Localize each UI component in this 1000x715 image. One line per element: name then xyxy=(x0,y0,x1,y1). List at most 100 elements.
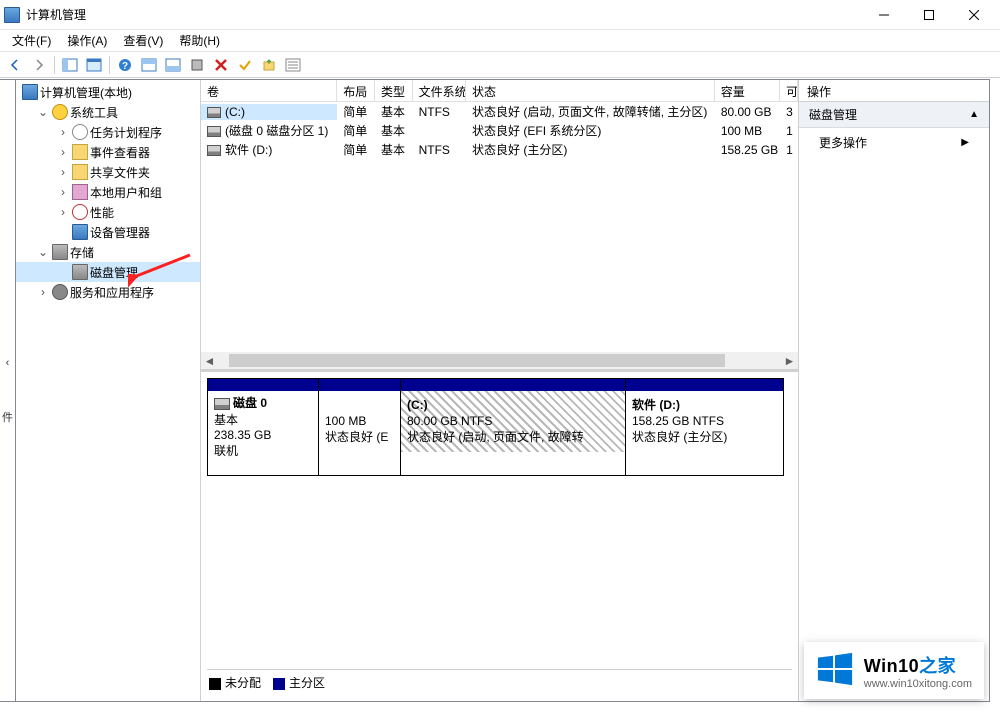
col-capacity[interactable]: 容量 xyxy=(715,80,780,101)
volume-rows: (C:)简单基本NTFS状态良好 (启动, 页面文件, 故障转储, 主分区)80… xyxy=(201,102,798,159)
legend-swatch-primary xyxy=(273,678,285,690)
expand-icon[interactable]: › xyxy=(36,285,50,299)
tree-label: 任务计划程序 xyxy=(90,124,162,141)
partition-body: 软件 (D:)158.25 GB NTFS状态良好 (主分区) xyxy=(626,391,783,452)
delete-icon[interactable] xyxy=(210,54,232,76)
main-area: 计算机管理(本地) ⌄ 系统工具 › 任务计划程序 ›事件查看器 › 共享文件夹 ›本… xyxy=(15,79,990,702)
scroll-left-icon[interactable]: ◄ xyxy=(201,352,218,369)
tree-disk-management[interactable]: 磁盘管理 xyxy=(16,262,200,282)
toolbar-separator xyxy=(109,56,110,74)
drive-icon xyxy=(207,126,221,137)
close-button[interactable] xyxy=(951,0,996,29)
volume-list-blank[interactable] xyxy=(201,159,798,352)
col-layout[interactable]: 布局 xyxy=(337,80,375,101)
list-icon[interactable] xyxy=(282,54,304,76)
partition-body: 100 MB状态良好 (E xyxy=(319,391,400,452)
volume-row[interactable]: (C:)简单基本NTFS状态良好 (启动, 页面文件, 故障转储, 主分区)80… xyxy=(201,102,798,121)
services-icon xyxy=(52,284,68,300)
horizontal-scrollbar[interactable]: ◄ ► xyxy=(201,352,798,369)
col-status[interactable]: 状态 xyxy=(466,80,715,101)
actions-group[interactable]: 磁盘管理▲ xyxy=(799,102,989,128)
disk-graphic-area[interactable]: 磁盘 0 基本 238.35 GB 联机 100 MB状态良好 (E(C:)80… xyxy=(201,372,798,701)
tree-performance[interactable]: › 性能 xyxy=(16,202,200,222)
tree-label: 设备管理器 xyxy=(90,224,150,241)
properties-button[interactable] xyxy=(83,54,105,76)
submenu-icon: ▶ xyxy=(961,137,969,148)
expand-icon[interactable]: › xyxy=(56,185,70,199)
check-icon[interactable] xyxy=(234,54,256,76)
watermark-brand: Win10之家 xyxy=(864,652,972,678)
tree-local-users[interactable]: ›本地用户和组 xyxy=(16,182,200,202)
tree-label: 共享文件夹 xyxy=(90,164,150,181)
legend: 未分配 主分区 xyxy=(207,669,792,695)
toolbar: ? xyxy=(0,52,1000,78)
show-hide-tree-button[interactable] xyxy=(59,54,81,76)
menu-help[interactable]: 帮助(H) xyxy=(171,30,228,51)
menu-file[interactable]: 文件(F) xyxy=(4,30,59,51)
tree-system-tools[interactable]: ⌄ 系统工具 xyxy=(16,102,200,122)
partition[interactable]: 100 MB状态良好 (E xyxy=(319,378,401,476)
minimize-button[interactable] xyxy=(861,0,906,29)
col-free[interactable]: 可 xyxy=(780,80,798,101)
partition[interactable]: 软件 (D:)158.25 GB NTFS状态良好 (主分区) xyxy=(626,378,784,476)
forward-button[interactable] xyxy=(28,54,50,76)
settings-button[interactable] xyxy=(186,54,208,76)
partition-bar xyxy=(401,379,625,391)
col-filesystem[interactable]: 文件系统 xyxy=(413,80,466,101)
expand-icon[interactable]: › xyxy=(56,165,70,179)
menubar: 文件(F) 操作(A) 查看(V) 帮助(H) xyxy=(0,30,1000,52)
scroll-track[interactable] xyxy=(218,352,781,369)
back-button[interactable] xyxy=(4,54,26,76)
watermark-text: Win10之家 www.win10xitong.com xyxy=(864,652,972,690)
view-top-button[interactable] xyxy=(138,54,160,76)
col-volume[interactable]: 卷 xyxy=(201,80,337,101)
expand-icon[interactable]: › xyxy=(56,205,70,219)
shared-icon xyxy=(72,164,88,180)
volume-row[interactable]: 软件 (D:)简单基本NTFS状态良好 (主分区)158.25 GB1 xyxy=(201,140,798,159)
tree-label: 系统工具 xyxy=(70,104,118,121)
users-icon xyxy=(72,184,88,200)
maximize-button[interactable] xyxy=(906,0,951,29)
disk-size: 238.35 GB xyxy=(214,428,312,442)
scroll-thumb[interactable] xyxy=(229,354,724,367)
collapse-icon[interactable]: ⌄ xyxy=(36,105,50,119)
scroll-right-icon[interactable]: ► xyxy=(781,352,798,369)
tree-root[interactable]: 计算机管理(本地) xyxy=(16,82,200,102)
tree-shared-folders[interactable]: › 共享文件夹 xyxy=(16,162,200,182)
disk-partitions: 100 MB状态良好 (E(C:)80.00 GB NTFS状态良好 (启动, … xyxy=(319,378,784,476)
partition[interactable]: (C:)80.00 GB NTFS状态良好 (启动, 页面文件, 故障转 xyxy=(401,378,626,476)
actions-more[interactable]: 更多操作▶ xyxy=(799,128,989,157)
tree-device-manager[interactable]: 设备管理器 xyxy=(16,222,200,242)
refresh-icon[interactable] xyxy=(258,54,280,76)
tree-label: 性能 xyxy=(90,204,114,221)
disk-row[interactable]: 磁盘 0 基本 238.35 GB 联机 100 MB状态良好 (E(C:)80… xyxy=(207,378,792,476)
actions-header: 操作 xyxy=(799,80,989,102)
tree-services[interactable]: ›服务和应用程序 xyxy=(16,282,200,302)
menu-action[interactable]: 操作(A) xyxy=(59,30,115,51)
titlebar: 计算机管理 xyxy=(0,0,1000,30)
disk-header[interactable]: 磁盘 0 基本 238.35 GB 联机 xyxy=(207,378,319,476)
actions-panel: 操作 磁盘管理▲ 更多操作▶ xyxy=(799,80,989,701)
tree-event-viewer[interactable]: ›事件查看器 xyxy=(16,142,200,162)
tree-label: 计算机管理(本地) xyxy=(40,84,132,101)
expand-icon[interactable]: › xyxy=(56,145,70,159)
volume-row[interactable]: (磁盘 0 磁盘分区 1)简单基本状态良好 (EFI 系统分区)100 MB1 xyxy=(201,121,798,140)
tree-label: 存储 xyxy=(70,244,94,261)
drive-icon xyxy=(207,107,221,118)
volume-header: 卷 布局 类型 文件系统 状态 容量 可 xyxy=(201,80,798,102)
tools-icon xyxy=(52,104,68,120)
console-tree[interactable]: 计算机管理(本地) ⌄ 系统工具 › 任务计划程序 ›事件查看器 › 共享文件夹 ›本… xyxy=(16,80,201,701)
help-button[interactable]: ? xyxy=(114,54,136,76)
view-bottom-button[interactable] xyxy=(162,54,184,76)
window-buttons xyxy=(861,0,996,29)
legend-primary: 主分区 xyxy=(273,674,325,691)
expand-icon[interactable]: › xyxy=(56,125,70,139)
disk-icon xyxy=(214,398,230,410)
tree-storage[interactable]: ⌄ 存储 xyxy=(16,242,200,262)
tree-task-scheduler[interactable]: › 任务计划程序 xyxy=(16,122,200,142)
volume-list[interactable]: 卷 布局 类型 文件系统 状态 容量 可 (C:)简单基本NTFS状态良好 (启… xyxy=(201,80,798,372)
collapse-icon[interactable]: ⌄ xyxy=(36,245,50,259)
collapse-icon[interactable]: ▲ xyxy=(969,109,979,120)
col-type[interactable]: 类型 xyxy=(375,80,413,101)
menu-view[interactable]: 查看(V) xyxy=(115,30,171,51)
